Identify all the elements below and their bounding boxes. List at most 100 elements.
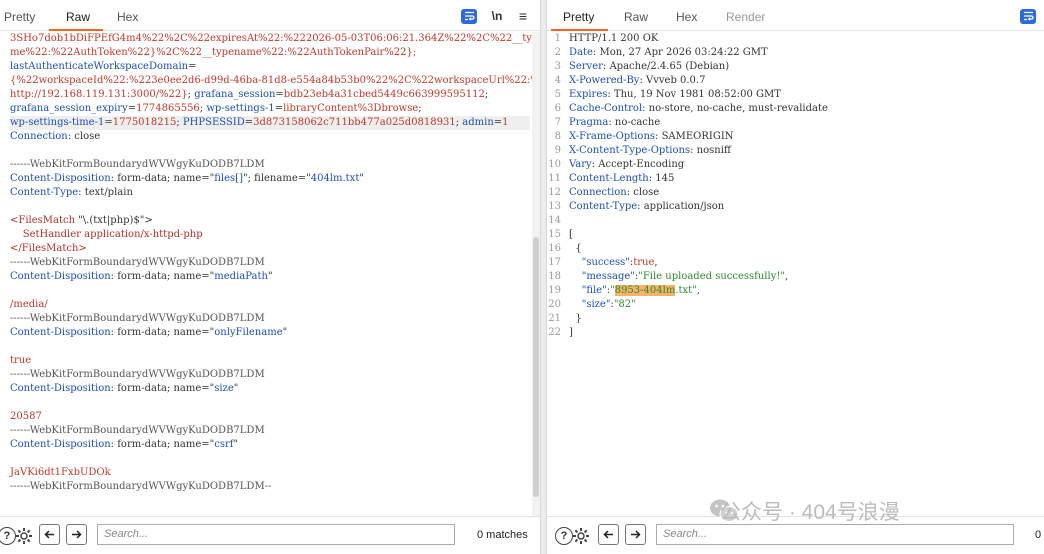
wrap-lines-button[interactable]: [1020, 9, 1036, 24]
settings-button[interactable]: [571, 526, 591, 551]
code-line: http://192.168.119.131:3000/%22}; grafan…: [10, 88, 530, 102]
response-pane: Pretty Raw Hex Render 1 HTTP/1.1 200 OK 2 D…: [546, 0, 1044, 554]
code-line: Content-Type: text/plain: [10, 186, 530, 200]
code-line-text: "file":"8953-404lm.txt",: [569, 284, 700, 298]
tab-hex[interactable]: Hex: [117, 10, 138, 24]
code-line-text: X-Powered-By: Vvveb 0.0.7: [569, 74, 705, 88]
tab-pretty[interactable]: Pretty: [563, 10, 594, 24]
code-line-text: [: [569, 228, 573, 242]
code-token: ": [359, 173, 364, 184]
line-number: 13: [548, 201, 561, 212]
help-icon: ?: [3, 530, 11, 542]
code-token: 1775018215: [112, 117, 177, 128]
code-token: files[]: [214, 173, 243, 184]
code-line-text: me%22:%22AuthToken%22}%2C%22__typename%2…: [10, 46, 416, 60]
code-token: ------WebKitFormBoundarydWVWgyKuDODB7LDM: [10, 369, 265, 380]
newline-toggle[interactable]: \n: [489, 9, 505, 24]
code-token: onlyFilename: [214, 327, 283, 338]
code-token: }: [569, 313, 582, 324]
code-token: {%22workspaceId%22:%223e0ee2d6-d99d-46ba…: [10, 75, 540, 86]
code-line-text: HTTP/1.1 200 OK: [569, 32, 658, 46]
code-token: =: [493, 117, 503, 128]
code-line: Content-Disposition: form-data; name="me…: [10, 270, 530, 284]
code-token: ": [233, 439, 239, 450]
code-token: Date: [569, 47, 593, 58]
code-token: ": [267, 271, 273, 282]
code-line: ------WebKitFormBoundarydWVWgyKuDODB7LDM: [10, 312, 530, 326]
code-line-text: ------WebKitFormBoundarydWVWgyKuDODB7LDM: [10, 312, 265, 326]
gear-icon: [16, 528, 32, 544]
code-line: 22]: [547, 326, 1034, 340]
code-token: true: [10, 355, 32, 366]
code-line: true: [10, 354, 530, 368]
code-line: 19 "file":"8953-404lm.txt",: [547, 284, 1034, 298]
code-token: lastAuthenticateWorkspaceDomain: [10, 61, 189, 72]
code-token: : no-cache: [608, 117, 661, 128]
tab-raw[interactable]: Raw: [624, 10, 648, 24]
code-line-text: http://192.168.119.131:3000/%22}; grafan…: [10, 88, 488, 102]
tab-render[interactable]: Render: [726, 10, 765, 24]
tab-raw[interactable]: Raw: [66, 10, 90, 24]
code-line-text: grafana_session_expiry=1774865556; wp-se…: [10, 102, 422, 116]
code-line: 6 Cache-Control: no-store, no-cache, must…: [547, 102, 1034, 116]
code-line: ------WebKitFormBoundarydWVWgyKuDODB7LDM…: [10, 480, 530, 494]
line-number: 4: [554, 75, 561, 86]
search-forward-button[interactable]: [625, 524, 646, 545]
code-token: ;: [484, 89, 489, 100]
code-line-text: {: [569, 242, 582, 256]
request-editor[interactable]: 3SHo7dob1bDiFPEfG4m4%22%2C%22expiresAt%2…: [0, 32, 540, 516]
code-token: grafana_session: [194, 89, 276, 100]
response-editor[interactable]: 1 HTTP/1.1 200 OK 2 Date: Mon, 27 Apr 2026 …: [547, 32, 1044, 516]
code-line-text: ------WebKitFormBoundarydWVWgyKuDODB7LDM: [10, 424, 265, 438]
code-token: 3d873158062c711bb477a025d0818931: [253, 117, 456, 128]
search-back-button[interactable]: [598, 524, 619, 545]
menu-button[interactable]: ≡: [515, 9, 531, 24]
code-line-text: Vary: Accept-Encoding: [569, 158, 684, 172]
gear-icon: [573, 528, 589, 544]
code-line: 21 }: [547, 312, 1034, 326]
code-line: 12 Connection: close: [547, 186, 1034, 200]
tab-hex[interactable]: Hex: [676, 10, 697, 24]
code-line: grafana_session_expiry=1774865556; wp-se…: [10, 102, 530, 116]
code-token: .txt": [675, 285, 697, 296]
settings-button[interactable]: [14, 526, 34, 551]
wrap-lines-button[interactable]: [461, 9, 477, 24]
code-line: 9 X-Content-Type-Options: nosniff: [547, 144, 1034, 158]
code-token: : form-data; name=": [110, 439, 215, 450]
request-scrollbar[interactable]: [532, 32, 540, 516]
code-token: : form-data; name=": [110, 383, 215, 394]
line-number: 17: [548, 257, 561, 268]
code-token: ,: [784, 271, 789, 282]
code-line-text: ------WebKitFormBoundarydWVWgyKuDODB7LDM: [10, 368, 265, 382]
tab-pretty[interactable]: Pretty: [4, 10, 35, 24]
code-line: 13 Content-Type: application/json: [547, 200, 1034, 214]
code-line-text: Content-Disposition: form-data; name="cs…: [10, 438, 238, 452]
code-token: JaVKi6dt1FxbUDOk: [10, 467, 111, 478]
code-line: me%22:%22AuthToken%22}%2C%22__typename%2…: [10, 46, 530, 60]
code-line-text: X-Frame-Options: SAMEORIGIN: [569, 130, 734, 144]
line-number: 8: [554, 131, 561, 142]
request-search-input[interactable]: Search...: [97, 524, 455, 545]
line-number: 1: [554, 33, 561, 44]
code-token: {: [569, 243, 582, 254]
code-line-text: Expires: Thu, 19 Nov 1981 08:52:00 GMT: [569, 88, 781, 102]
code-token: =: [274, 103, 284, 114]
code-line-text: ]: [569, 326, 573, 340]
code-line-text: Connection: close: [569, 186, 659, 200]
code-line: JaVKi6dt1FxbUDOk: [10, 466, 530, 480]
code-token: SetHandler application/x-httpd-php: [10, 229, 203, 240]
search-forward-button[interactable]: [66, 524, 87, 545]
line-number: 11: [548, 173, 561, 184]
code-token: "size": [581, 299, 611, 310]
request-pane: Pretty Raw Hex \n ≡ 3SHo7dob1bDiFPEfG4m4…: [0, 0, 541, 554]
request-tab-bar: Pretty Raw Hex \n ≡: [0, 0, 540, 31]
code-token: Cache-Control: [569, 103, 643, 114]
request-scroll-thumb[interactable]: [533, 237, 539, 497]
code-line-text: Content-Type: text/plain: [10, 186, 133, 200]
search-back-button[interactable]: [39, 524, 60, 545]
code-token: "\.(txt|php)$">: [78, 215, 153, 226]
